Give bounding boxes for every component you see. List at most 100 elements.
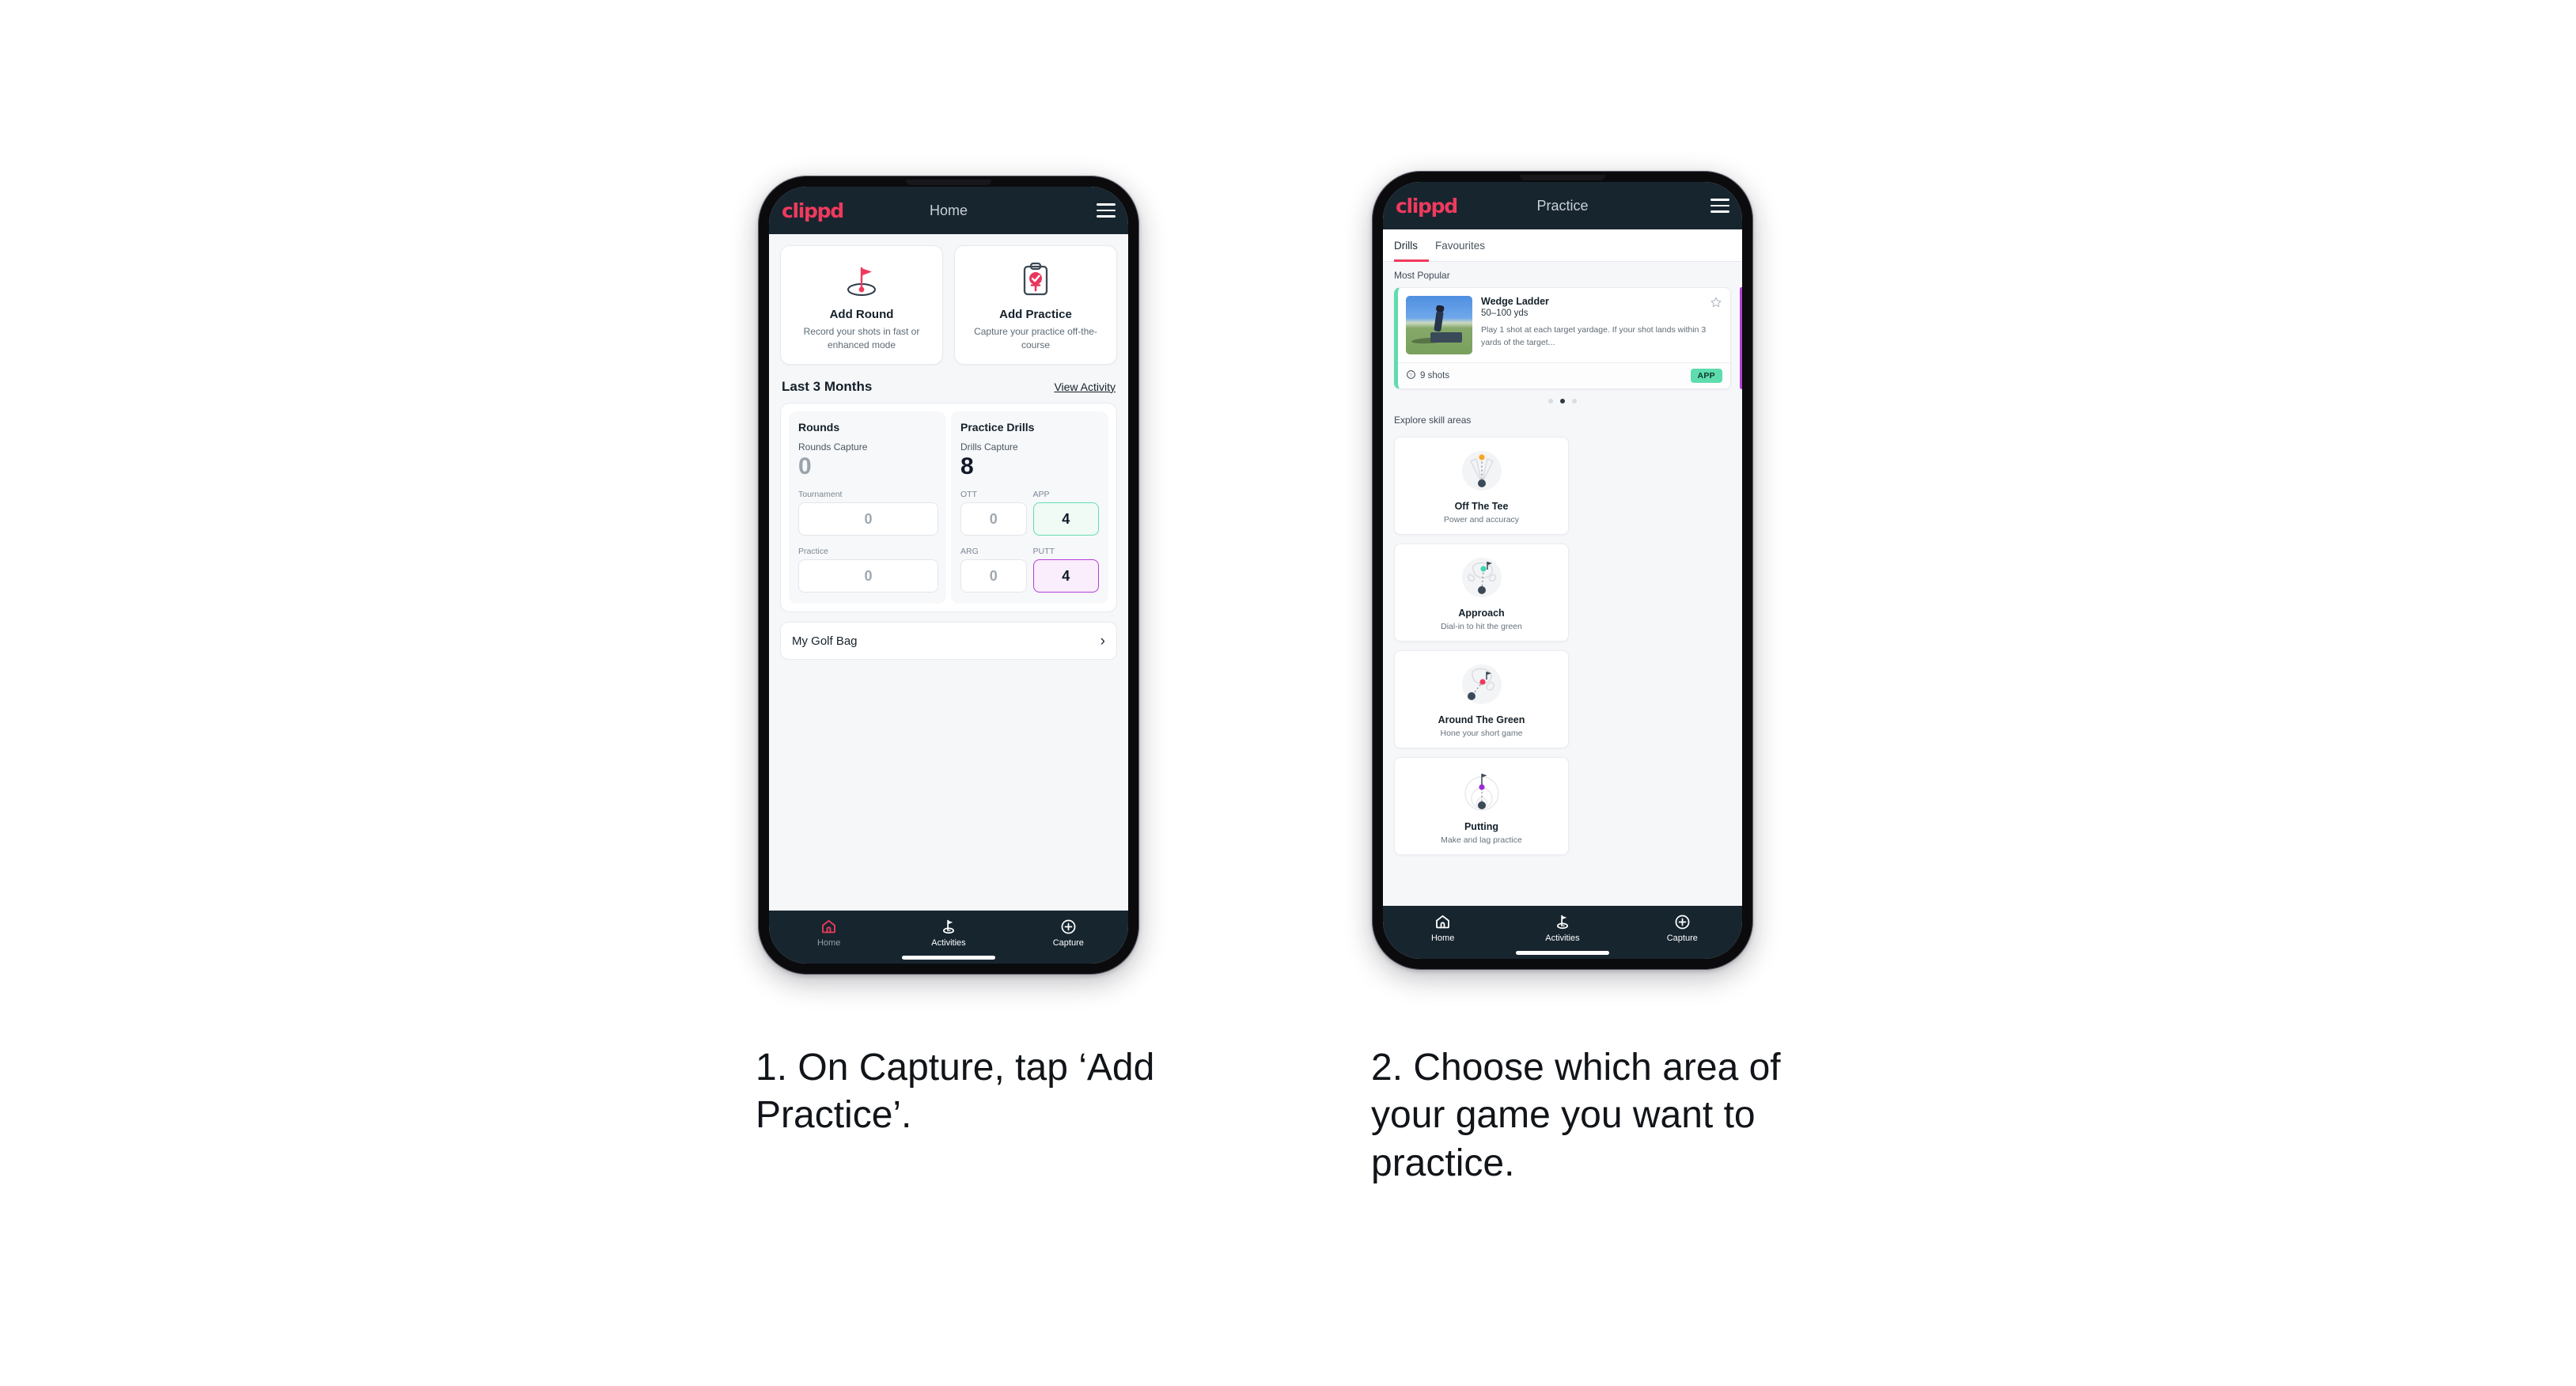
add-round-subtitle: Record your shots in fast or enhanced mo…: [803, 326, 920, 351]
tournament-stat: Tournament 0: [798, 490, 938, 536]
skill-subtitle: Power and accuracy: [1443, 515, 1520, 524]
drills-heading: Practice Drills: [960, 420, 1035, 434]
bottom-nav-left: Home Activities Capture: [769, 911, 1128, 964]
arg-label: ARG: [960, 547, 979, 557]
ott-value[interactable]: 0: [960, 502, 1027, 536]
section-title: Last 3 Months: [782, 378, 873, 394]
drill-shots: 9 shots: [1406, 369, 1449, 382]
tab-drills[interactable]: Drills: [1394, 240, 1418, 252]
nav-capture[interactable]: Capture: [1648, 913, 1716, 943]
last-3-months-header: Last 3 Months View Activity: [769, 365, 1128, 403]
putt-label: PUTT: [1032, 547, 1055, 557]
rounds-capture-value: 0: [798, 453, 812, 479]
explore-skill-areas-label: Explore skill areas: [1394, 415, 1472, 426]
skill-card-putting[interactable]: Putting Make and lag practice: [1394, 757, 1569, 855]
phone-right: clippd Practice Drills Favourites Most P…: [1372, 171, 1753, 970]
quick-actions: Add Round Record your shots in fast or e…: [769, 234, 1128, 365]
practice-label: Practice: [798, 547, 828, 557]
star-outline-icon[interactable]: [1710, 296, 1722, 311]
drill-category-badge: APP: [1690, 369, 1722, 383]
app-stat: APP 4: [1032, 490, 1099, 536]
putting-rings-icon: [1400, 767, 1563, 816]
skill-subtitle: Make and lag practice: [1441, 835, 1522, 845]
nav-activities[interactable]: Activities: [915, 918, 983, 948]
nav-home[interactable]: Home: [795, 918, 863, 948]
phone-speaker-left: [906, 180, 991, 185]
practice-tabs: Drills Favourites: [1383, 229, 1742, 262]
green-approach-icon: [1400, 554, 1563, 603]
nav-capture[interactable]: Capture: [1034, 918, 1102, 948]
rounds-column: Rounds Rounds Capture 0 Tournament 0 Pra…: [789, 411, 946, 604]
drills-capture-value: 8: [960, 453, 974, 479]
appbar-left: clippd Home: [769, 187, 1128, 234]
app-label: APP: [1032, 490, 1050, 500]
golf-flag-icon: [1529, 913, 1597, 930]
my-golf-bag-row[interactable]: My Golf Bag ›: [780, 622, 1117, 661]
carousel-dots: [1383, 389, 1742, 407]
screen-left: clippd Home Add Round Record your shots …: [769, 187, 1128, 964]
tab-favourites[interactable]: Favourites: [1435, 240, 1485, 252]
carousel-dot-2[interactable]: [1560, 399, 1565, 403]
view-activity-link[interactable]: View Activity: [1054, 381, 1116, 393]
phone-speaker-right: [1520, 175, 1605, 180]
skill-areas-grid: Off The Tee Power and accuracy Approach …: [1383, 432, 1742, 855]
content-scroll-left[interactable]: Add Round Record your shots in fast or e…: [769, 234, 1128, 911]
skill-title: Around The Green: [1438, 714, 1525, 725]
drill-carousel[interactable]: Wedge Ladder 50–100 yds Play 1 shot at e…: [1383, 287, 1742, 389]
tournament-label: Tournament: [798, 490, 843, 500]
skill-card-off-the-tee[interactable]: Off The Tee Power and accuracy: [1394, 437, 1569, 535]
add-practice-card[interactable]: Add Practice Capture your practice off-t…: [954, 245, 1117, 365]
nav-activities[interactable]: Activities: [1529, 913, 1597, 943]
practice-stat: Practice 0: [798, 547, 938, 593]
skill-title: Putting: [1464, 821, 1499, 832]
drill-thumbnail: [1406, 296, 1472, 354]
skill-subtitle: Dial-in to hit the green: [1441, 622, 1522, 631]
hamburger-icon[interactable]: [1097, 203, 1116, 218]
add-round-card[interactable]: Add Round Record your shots in fast or e…: [780, 245, 943, 365]
carousel-dot-3[interactable]: [1572, 399, 1577, 403]
my-golf-bag-label: My Golf Bag: [792, 634, 858, 648]
add-practice-subtitle: Capture your practice off-the-course: [974, 326, 1097, 351]
skill-title: Off The Tee: [1454, 501, 1509, 512]
bottom-nav-right: Home Activities Capture: [1383, 906, 1742, 959]
practice-row: Practice 0: [798, 547, 938, 593]
drills-column: Practice Drills Drills Capture 8 OTT 0 A…: [951, 411, 1108, 604]
putt-stat: PUTT 4: [1032, 547, 1099, 593]
skill-card-approach[interactable]: Approach Dial-in to hit the green: [1394, 543, 1569, 642]
drill-card[interactable]: Wedge Ladder 50–100 yds Play 1 shot at e…: [1394, 287, 1731, 389]
content-scroll-right[interactable]: Most Popular Wedge Ladder 50–100 yds Pla…: [1383, 262, 1742, 906]
nav-home[interactable]: Home: [1409, 913, 1477, 943]
plus-circle-icon: [1648, 913, 1716, 930]
golf-flag-icon: [915, 918, 983, 935]
mockup-stage: clippd Home Add Round Record your shots …: [0, 0, 2576, 1386]
nav-activities-label: Activities: [1545, 933, 1580, 943]
clippd-logo: clippd: [1396, 194, 1458, 218]
drill-description: Play 1 shot at each target yardage. If y…: [1481, 325, 1707, 348]
golf-ball-icon: [1406, 369, 1416, 382]
phone-left: clippd Home Add Round Record your shots …: [758, 176, 1139, 975]
home-icon: [1409, 913, 1477, 930]
practice-value[interactable]: 0: [798, 559, 938, 593]
nav-home-label: Home: [1430, 933, 1455, 943]
rounds-capture-label: Rounds Capture: [798, 441, 868, 453]
caption-step-1: 1. On Capture, tap ‘Add Practice’.: [756, 1047, 1155, 1137]
add-practice-title: Add Practice: [999, 308, 1072, 321]
drills-capture-label: Drills Capture: [960, 441, 1018, 453]
next-card-accent[interactable]: [1740, 287, 1742, 389]
hamburger-icon[interactable]: [1710, 199, 1729, 213]
tee-shot-dispersion-icon: [1400, 447, 1563, 496]
stats-card: Rounds Rounds Capture 0 Tournament 0 Pra…: [780, 402, 1117, 613]
arg-value[interactable]: 0: [960, 559, 1027, 593]
app-value[interactable]: 4: [1032, 502, 1099, 536]
skill-card-around-the-green[interactable]: Around The Green Hone your short game: [1394, 650, 1569, 748]
nav-home-label: Home: [816, 938, 841, 948]
golf-flag-hole-icon: [789, 259, 934, 301]
caption-step-2: 2. Choose which area of your game you wa…: [1371, 1047, 1781, 1184]
tournament-value[interactable]: 0: [798, 502, 938, 536]
rounds-heading: Rounds: [798, 420, 840, 434]
putt-value[interactable]: 4: [1032, 559, 1099, 593]
arg-stat: ARG 0: [960, 547, 1027, 593]
ott-app-row: OTT 0 APP 4: [960, 490, 1099, 536]
carousel-dot-1[interactable]: [1548, 399, 1553, 403]
drill-yardage: 50–100 yds: [1481, 309, 1529, 318]
